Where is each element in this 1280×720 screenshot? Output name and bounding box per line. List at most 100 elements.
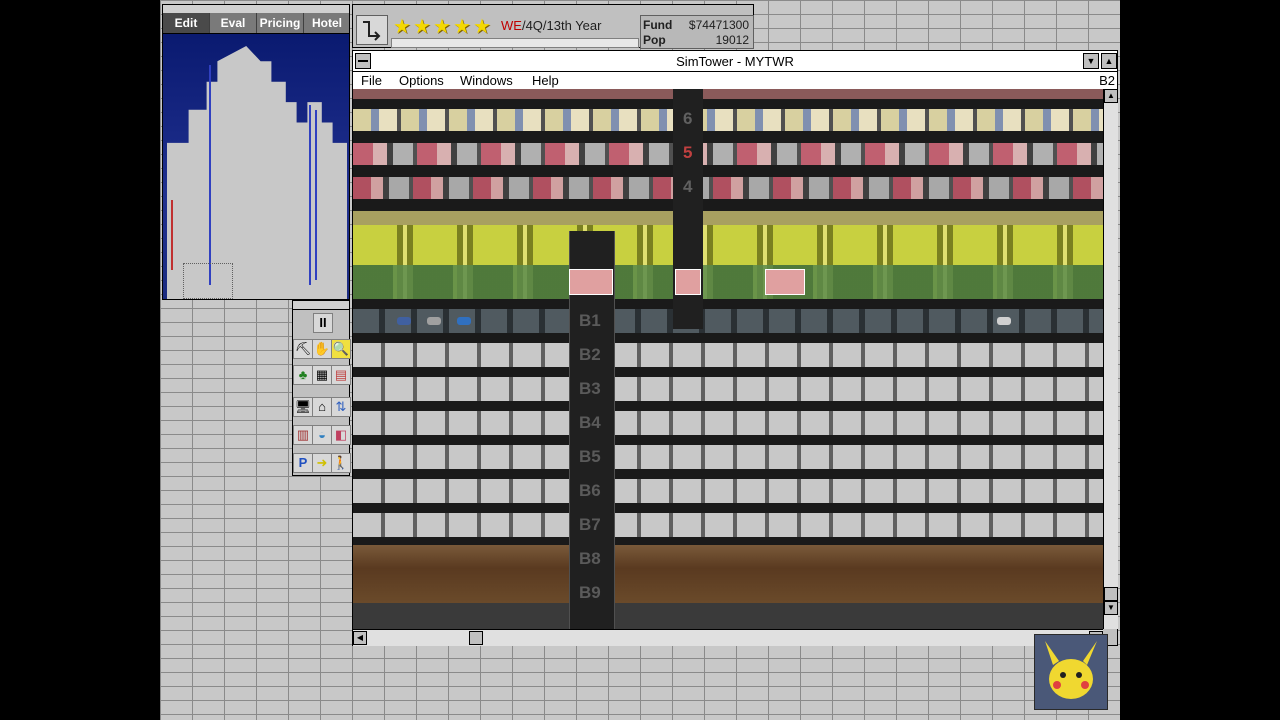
horizontal-scrollbar[interactable]: ◀ ▶ xyxy=(353,629,1103,646)
office-tool-icon[interactable]: 🖥 xyxy=(293,397,313,417)
floor-label: B3 xyxy=(579,379,601,398)
elevator-car[interactable] xyxy=(569,269,613,295)
parking-tool-icon[interactable]: P xyxy=(293,453,313,473)
maximize-button[interactable]: ▲ xyxy=(1101,53,1117,69)
scroll-left-arrow[interactable]: ◀ xyxy=(353,631,367,645)
map-tabs: Edit Eval Pricing Hotel xyxy=(163,13,349,34)
floor-label: B9 xyxy=(579,583,601,602)
menu-options[interactable]: Options xyxy=(399,72,444,89)
tower-view[interactable]: 6 5 4 B1 B2 B3 B4 B5 B6 B7 B8 B9 xyxy=(353,89,1103,629)
person-tool-icon[interactable]: 🚶 xyxy=(331,453,351,473)
basement-floor-b3[interactable] xyxy=(353,377,1103,401)
stairs-tool-icon[interactable]: ➜ xyxy=(312,453,332,473)
hotel-floor-5[interactable] xyxy=(353,143,1103,165)
pause-button[interactable]: II xyxy=(313,313,333,333)
theater-hall-b8-b9[interactable] xyxy=(353,545,1103,603)
fund-pop-box: Fund $74471300 Pop 19012 xyxy=(640,15,754,49)
basement-floor-b6[interactable] xyxy=(353,479,1103,503)
floor-label: B6 xyxy=(579,481,601,500)
quarter-year: /4Q/13th Year xyxy=(521,18,602,33)
floor-label: B1 xyxy=(579,311,601,330)
tab-pricing[interactable]: Pricing xyxy=(257,13,304,33)
basement-floor-b2[interactable] xyxy=(353,343,1103,367)
floor-label: 4 xyxy=(683,177,693,196)
pop-label: Pop xyxy=(643,33,666,47)
lobby-ceiling xyxy=(353,211,1103,225)
minimize-button[interactable]: ▼ xyxy=(1083,53,1099,69)
vertical-scrollbar[interactable]: ▲ ▼ xyxy=(1103,89,1118,629)
elevator-car[interactable] xyxy=(675,269,701,295)
weekday: WE xyxy=(501,18,522,33)
basement-bottom xyxy=(353,603,1103,629)
floor-tool-icon[interactable]: ▦ xyxy=(312,365,332,385)
hand-tool-icon[interactable]: ✋ xyxy=(312,339,332,359)
vertical-scroll-thumb[interactable] xyxy=(1104,587,1118,601)
floor-label: 5 xyxy=(683,143,693,162)
tool-palette: II ⛏ ✋ 🔍 ♣ ▦ ▤ 🖥 ⌂ ⇅ ▥ ◒ ◧ P ➜ 🚶 xyxy=(292,300,351,476)
star-icon: ★ xyxy=(453,16,471,38)
floor-label: B8 xyxy=(579,549,601,568)
map-elevator-line xyxy=(209,65,211,285)
tab-eval[interactable]: Eval xyxy=(210,13,257,33)
hotel-floor-strip[interactable] xyxy=(353,89,1103,99)
current-floor-indicator: B2 xyxy=(1099,73,1115,88)
tab-hotel[interactable]: Hotel xyxy=(304,13,349,33)
status-bar: ★ ★ ★ ★ ★ WE/4Q/13th Year Fund $74471300… xyxy=(352,4,754,49)
basement-floor-b4[interactable] xyxy=(353,411,1103,435)
map-elevator-line xyxy=(309,105,311,285)
condo-tool-icon[interactable]: ⌂ xyxy=(312,397,332,417)
floor-label: 6 xyxy=(683,109,693,128)
tower-map-window[interactable]: Edit Eval Pricing Hotel xyxy=(162,4,350,300)
floor-label: B5 xyxy=(579,447,601,466)
lobby-tool-icon[interactable]: ♣ xyxy=(293,365,313,385)
pop-value: 19012 xyxy=(715,33,749,47)
floor-label: B2 xyxy=(579,345,601,364)
elevator-car[interactable] xyxy=(765,269,805,295)
shop-tool-icon[interactable]: ◧ xyxy=(331,425,351,445)
time-progress-bar xyxy=(391,38,639,48)
floor-label: B4 xyxy=(579,413,601,432)
window-title: SimTower - MYTWR xyxy=(676,54,794,69)
tool-palette-titlebar[interactable] xyxy=(293,301,349,310)
magnifier-tool-icon[interactable]: 🔍 xyxy=(331,339,351,359)
car-icon xyxy=(427,317,441,325)
horizontal-scroll-thumb[interactable] xyxy=(469,631,483,645)
date-display: WE/4Q/13th Year xyxy=(501,18,601,33)
bulldozer-tool-icon[interactable]: ⛏ xyxy=(293,339,313,359)
star-icon: ★ xyxy=(413,16,431,38)
car-icon xyxy=(457,317,471,325)
hotel-floor-6[interactable] xyxy=(353,109,1103,131)
scroll-up-arrow[interactable]: ▲ xyxy=(1104,89,1118,103)
floor-label: B7 xyxy=(579,515,601,534)
basement-floor-b7[interactable] xyxy=(353,513,1103,537)
map-viewport-frame[interactable] xyxy=(183,263,233,299)
menu-file[interactable]: File xyxy=(361,72,382,89)
menu-help[interactable]: Help xyxy=(532,72,559,89)
elevator-icon[interactable] xyxy=(356,15,388,45)
fastfood-tool-icon[interactable]: ◒ xyxy=(312,425,332,445)
restaurant-tool-icon[interactable]: ▥ xyxy=(293,425,313,445)
scroll-down-arrow[interactable]: ▼ xyxy=(1104,601,1118,615)
map-stair-line xyxy=(171,200,173,270)
car-icon xyxy=(997,317,1011,325)
channel-logo xyxy=(1034,634,1108,710)
map-elevator-line xyxy=(315,110,317,280)
main-tower-window: SimTower - MYTWR ▼ ▲ File Options Window… xyxy=(352,50,1118,646)
elevator-icon-glyph xyxy=(363,21,381,41)
menu-windows[interactable]: Windows xyxy=(460,72,513,89)
car-icon xyxy=(397,317,411,325)
window-titlebar[interactable]: SimTower - MYTWR ▼ ▲ xyxy=(353,51,1117,72)
basement-floor-b5[interactable] xyxy=(353,445,1103,469)
star-icon: ★ xyxy=(433,16,451,38)
fund-label: Fund xyxy=(643,18,673,32)
elevator-tool-icon[interactable]: ⇅ xyxy=(331,397,351,417)
fund-value: $74471300 xyxy=(688,18,749,32)
pikachu-logo-icon xyxy=(1045,641,1097,699)
hotel-room-tool-icon[interactable]: ▤ xyxy=(331,365,351,385)
lobby-ground xyxy=(353,265,1103,299)
star-icon: ★ xyxy=(473,16,491,38)
star-icon: ★ xyxy=(393,16,411,38)
menu-bar: File Options Windows Help B2 xyxy=(353,72,1117,90)
tab-edit[interactable]: Edit xyxy=(163,13,210,33)
hotel-floor-4[interactable] xyxy=(353,177,1103,199)
